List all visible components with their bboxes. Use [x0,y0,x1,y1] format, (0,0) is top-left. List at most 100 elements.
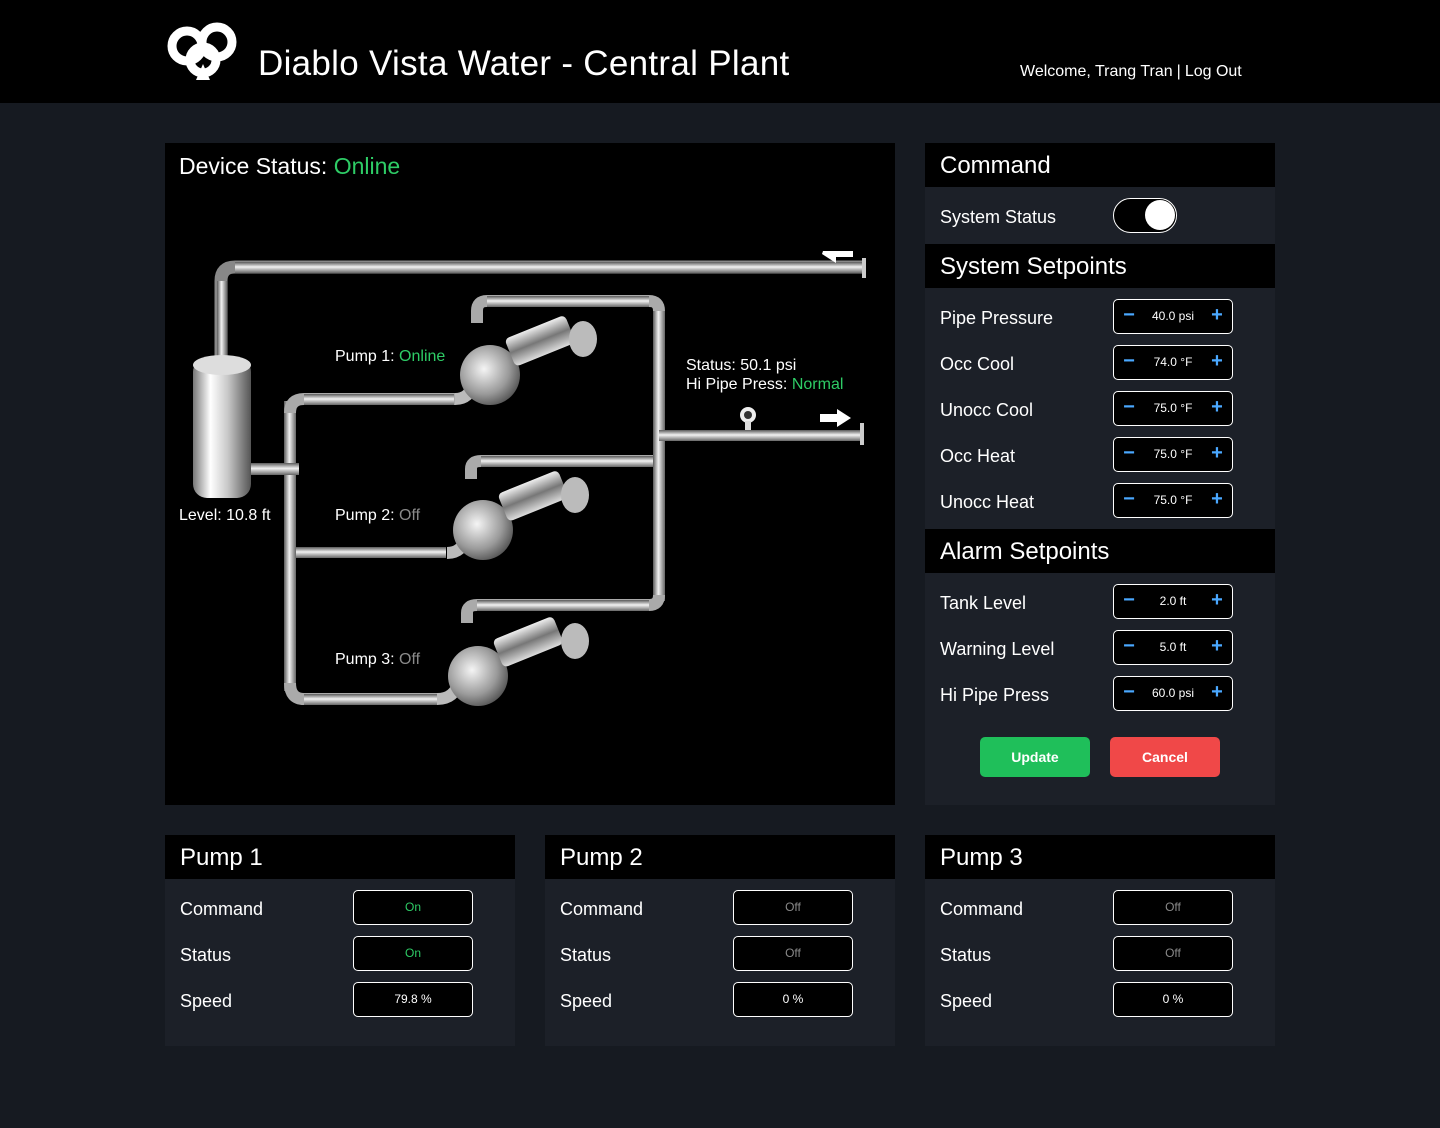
unocc-heat-value[interactable]: 75.0 °F [1144,484,1202,516]
hi-pipe-press-increment[interactable]: + [1202,677,1232,709]
unocc-heat-stepper: − 75.0 °F + [1113,483,1233,518]
welcome-text: Welcome, Trang Tran [1020,63,1173,80]
pump1-card: Pump 1 Command On Status On Speed 79.8 % [165,835,515,1046]
occ-cool-value[interactable]: 74.0 °F [1144,346,1202,378]
setpoint-label-unocc-heat: Unocc Heat [940,492,1035,512]
setpoint-label-occ-heat: Occ Heat [940,446,1016,466]
system-status-label: System Status [940,207,1057,227]
pump3-status-label: Status [940,945,992,965]
cancel-button[interactable]: Cancel [1110,737,1220,777]
command-panel: Command System Status System Setpoints P… [925,143,1275,805]
occ-cool-increment[interactable]: + [1202,346,1232,378]
alarm-label-tank-level: Tank Level [940,593,1027,613]
unocc-cool-decrement[interactable]: − [1114,392,1144,424]
pump1-card-title: Pump 1 [165,835,515,879]
setpoint-label-occ-cool: Occ Cool [940,354,1015,374]
app-title: Diablo Vista Water - Central Plant [258,44,790,83]
unocc-heat-increment[interactable]: + [1202,484,1232,516]
pump1-label-text: Pump 1: [335,348,395,365]
system-setpoints-header: System Setpoints [925,244,1275,288]
update-button[interactable]: Update [980,737,1090,777]
warning-level-stepper: − 5.0 ft + [1113,630,1233,665]
pump3-command-value[interactable]: Off [1113,890,1233,925]
pump1-command-value[interactable]: On [353,890,473,925]
hi-pipe-press-setpoint-value[interactable]: 60.0 psi [1144,677,1202,709]
device-panel: Device Status: Online Pump 1: Online Pum… [165,143,895,805]
pump2-label-text: Pump 2: [335,507,395,524]
occ-heat-increment[interactable]: + [1202,438,1232,470]
hi-pipe-press-label: Hi Pipe Press: [686,376,788,393]
tank-level-decrement[interactable]: − [1114,585,1144,617]
pump2-speed-label: Speed [560,991,613,1011]
device-status: Device Status: Online [179,153,400,180]
pump2-status-value: Off [733,936,853,971]
pump1-label: Pump 1: Online [335,348,445,366]
unocc-cool-value[interactable]: 75.0 °F [1144,392,1202,424]
pump1-status-value: On [353,936,473,971]
top-pipe [235,262,865,273]
setpoint-label-unocc-cool: Unocc Cool [940,400,1034,420]
pump3-graphic [448,617,589,706]
pipe-pressure-decrement[interactable]: − [1114,300,1144,332]
hi-pipe-press-decrement[interactable]: − [1114,677,1144,709]
pump2-graphic [453,471,589,560]
pump2-label: Pump 2: Off [335,507,420,525]
alarm-label-hi-pipe-press: Hi Pipe Press [940,685,1050,705]
unocc-cool-stepper: − 75.0 °F + [1113,391,1233,426]
occ-cool-decrement[interactable]: − [1114,346,1144,378]
tank-level: Level: 10.8 ft [179,507,271,524]
pump2-command-label: Command [560,899,644,919]
device-status-label: Device Status: [179,153,328,179]
occ-cool-stepper: − 74.0 °F + [1113,345,1233,380]
pump1-status-label: Status [180,945,232,965]
pump1-speed-label: Speed [180,991,233,1011]
warning-level-value[interactable]: 5.0 ft [1144,631,1202,663]
pump1-speed-value[interactable]: 79.8 % [353,982,473,1017]
unocc-cool-increment[interactable]: + [1202,392,1232,424]
pressure-sensor-icon [740,407,756,430]
device-status-value: Online [333,153,401,179]
pump3-command-label: Command [940,899,1024,919]
pump2-status-label: Status [560,945,612,965]
occ-heat-decrement[interactable]: − [1114,438,1144,470]
system-status-toggle[interactable] [1113,198,1177,233]
pump3-state: Off [399,651,421,668]
pump1-state: Online [399,348,446,365]
pump3-status-value: Off [1113,936,1233,971]
pump3-label-text: Pump 3: [335,651,395,668]
pump2-card: Pump 2 Command Off Status Off Speed 0 % [545,835,895,1046]
warning-level-increment[interactable]: + [1202,631,1232,663]
pump1-command-label: Command [180,899,264,919]
pressure-status: Status: 50.1 psi [686,357,797,374]
hi-pipe-press-stepper: − 60.0 psi + [1113,676,1233,711]
occ-heat-value[interactable]: 75.0 °F [1144,438,1202,470]
tank-level-value[interactable]: 2.0 ft [1144,585,1202,617]
hi-pipe-press-value: Normal [791,376,844,393]
pump3-speed-value[interactable]: 0 % [1113,982,1233,1017]
toggle-knob [1145,200,1175,230]
warning-level-decrement[interactable]: − [1114,631,1144,663]
separator: | [1176,63,1181,80]
pump2-command-value[interactable]: Off [733,890,853,925]
pump2-card-title: Pump 2 [545,835,895,879]
logout-link[interactable]: Log Out [1185,63,1242,80]
alarm-setpoints-header: Alarm Setpoints [925,529,1275,573]
tank-level-stepper: − 2.0 ft + [1113,584,1233,619]
pump1-graphic [460,316,597,405]
supply-arrow-icon [820,409,851,427]
alarm-label-warning-level: Warning Level [940,639,1055,659]
tank-level-increment[interactable]: + [1202,585,1232,617]
occ-heat-stepper: − 75.0 °F + [1113,437,1233,472]
logo-icon [167,22,237,80]
plant-diagram [193,251,866,706]
pipe-pressure-value[interactable]: 40.0 psi [1144,300,1202,332]
user-area: Welcome, Trang Tran | Log Out [1020,63,1242,81]
tank [193,355,281,498]
top-bar: Diablo Vista Water - Central Plant Welco… [0,0,1440,103]
pipe-pressure-increment[interactable]: + [1202,300,1232,332]
pump3-speed-label: Speed [940,991,993,1011]
pump3-label: Pump 3: Off [335,651,420,669]
unocc-heat-decrement[interactable]: − [1114,484,1144,516]
pump3-card: Pump 3 Command Off Status Off Speed 0 % [925,835,1275,1046]
pump2-speed-value[interactable]: 0 % [733,982,853,1017]
